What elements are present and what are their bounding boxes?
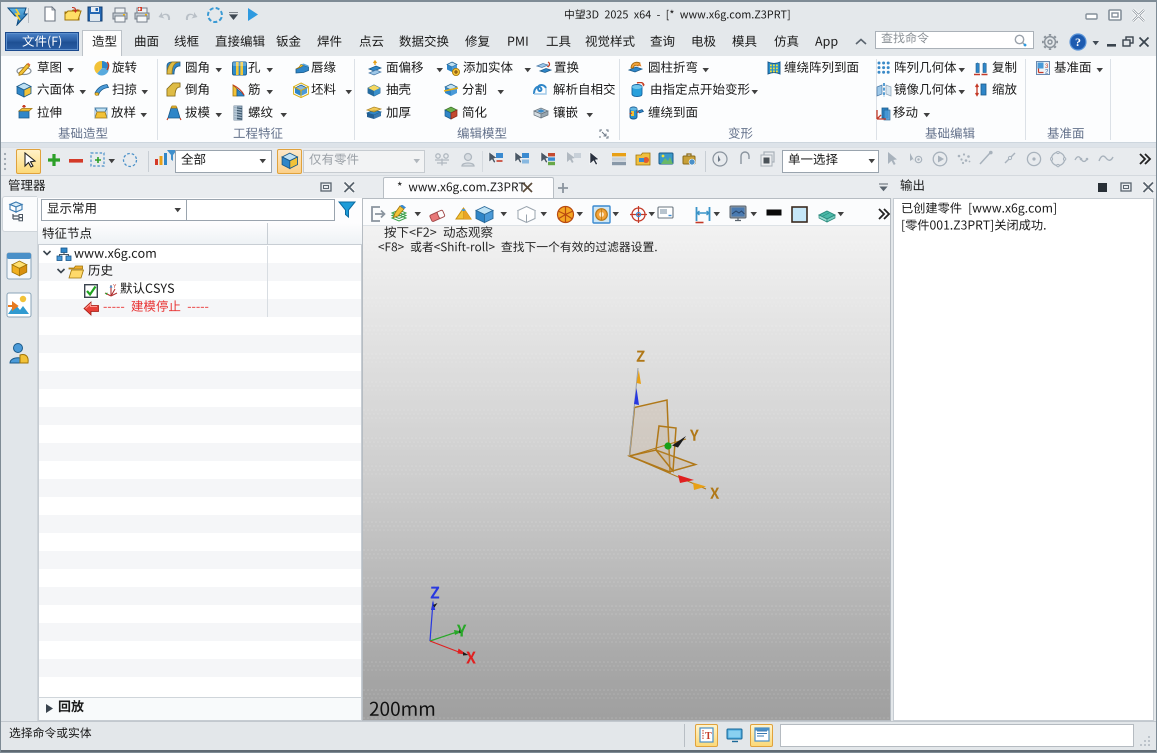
svg-text:T: T [705,731,712,742]
svg-text:Y: Y [113,284,117,290]
svg-text:?: ? [1075,35,1081,49]
